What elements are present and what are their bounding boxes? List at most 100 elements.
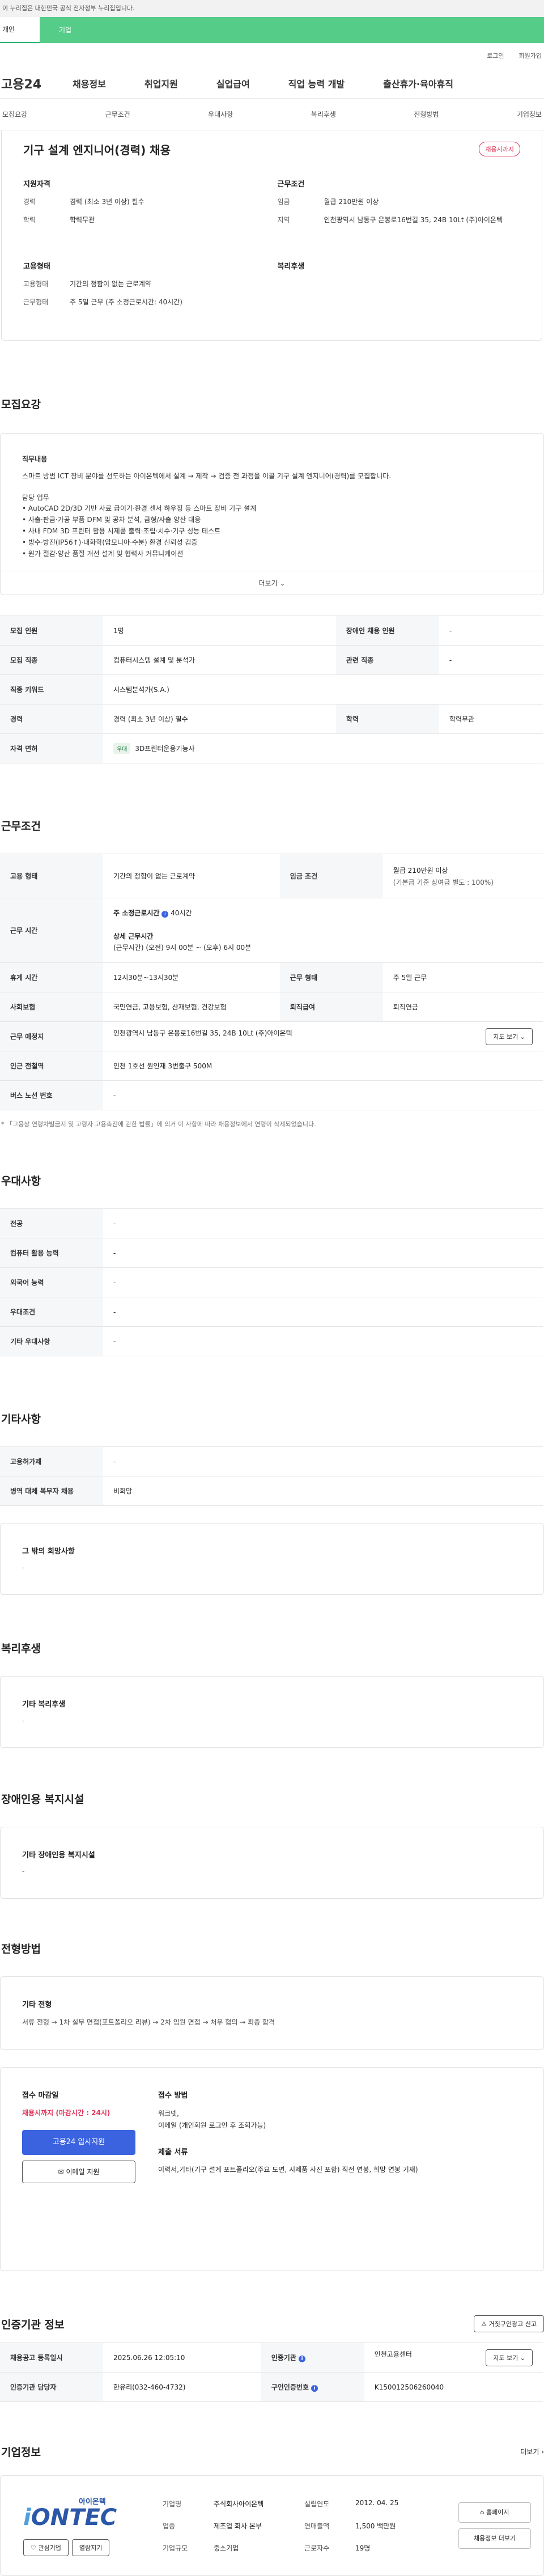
anchor-process[interactable]: 전형방법 — [414, 109, 439, 119]
table-row: 병역 대체 복무자 채용 비희망 — [0, 1476, 543, 1506]
homepage-button[interactable]: ⌂ 홈페이지 — [458, 2502, 531, 2523]
table-row: 모집 인원 1명 장애인 채용 인원 - — [0, 616, 543, 646]
conditions-table: 고용 형태 기간의 정함이 없는 근로계약 임금 조건 월급 210만원 이상 (기… — [0, 854, 543, 1111]
prefer-title: 우대사항 — [1, 1175, 41, 1188]
anchor-prefer[interactable]: 우대사항 — [208, 109, 233, 119]
conditions-title: 근무조건 — [1, 820, 41, 833]
table-row: 자격 면허 우대 3D프린터운용기능사 — [0, 733, 543, 764]
agency-section: 인증기관 정보 ⚠ 거짓구인광고 신고 채용공고 등록일시 2025.06.26 … — [0, 2315, 544, 2403]
tab-personal[interactable]: 개인 — [0, 17, 40, 43]
login-link[interactable]: 로그인 — [487, 51, 504, 60]
duty-item: • 방수·방진(IP56↑)·내화학(암모니아·수분) 환경 신뢰성 검증 — [22, 538, 198, 546]
table-row: 기타 우대사항 - — [0, 1326, 543, 1357]
process-card: 기타 전형 서류 전형 → 1차 실무 면접(포트폴리오 리뷰) → 2차 임원… — [0, 1976, 544, 2051]
home-icon: ⌂ — [480, 2509, 484, 2516]
process-title: 전형방법 — [1, 1943, 41, 1956]
chevron-down-icon: ⌄ — [279, 579, 286, 588]
gnb-item-leave[interactable]: 출산휴가·육아휴직 — [383, 77, 453, 90]
table-row: 우대조건 - — [0, 1297, 543, 1327]
duty-item: • 사출·판금·가공 부품 DFM 및 공차 분석, 금형/사출 양산 대응 — [22, 516, 201, 524]
table-row: 직종 키워드 시스템분석가(S.A.) — [0, 674, 543, 705]
company-info: 기업명 주식회사아이온텍 설립연도 2012. 04. 25 업종 제조업 회사 본부… — [163, 2498, 399, 2552]
prefer-section: 우대사항 전공 - 컴퓨터 활용 능력 - 외국어 능력 - 우대조건 - 기타 우대사… — [0, 1173, 544, 1357]
table-row: 모집 직종 컴퓨터시스템 설계 및 분석가 관련 직종 - — [0, 645, 543, 676]
other-wish-card: 그 밖의 희망사항 - — [0, 1523, 544, 1595]
gov-banner: 이 누리집은 대한민국 공식 전자정부 누리집입니다. — [0, 0, 544, 17]
age-notice: * 「고용상 연령차별금지 및 고령자 고용촉진에 관한 법률」에 의거 이 사… — [1, 1121, 316, 1128]
job-description-card: 직무내용 스마트 방범 ICT 장비 분야를 선도하는 아이온텍에서 설계 → … — [0, 433, 544, 596]
map-button[interactable]: 지도 보기 ⌄ — [486, 1028, 533, 1045]
warning-icon: ⚠ — [481, 2320, 487, 2328]
anchor-conditions[interactable]: 근무조건 — [105, 109, 130, 119]
table-row: 버스 노선 번호 - — [0, 1080, 543, 1111]
qualification-group: 지원자격 경력 경력 (최소 3년 이상) 필수 학력 학력무관 — [23, 180, 144, 224]
company-logo: 아이온텍 iONTEC ♡ 관심기업 열람지기 — [23, 2496, 148, 2556]
welfare-section: 복리후생 기타 복리후생 - — [0, 1640, 544, 1749]
chevron-down-icon: ⌄ — [520, 1033, 525, 1041]
gnb-item-training[interactable]: 직업 능력 개발 — [288, 77, 345, 90]
prefer-table: 전공 - 컴퓨터 활용 능력 - 외국어 능력 - 우대조건 - 기타 우대사항 - — [0, 1208, 543, 1357]
company-jobs-button[interactable]: 채용정보 더보기 — [458, 2528, 531, 2549]
prefer-tag: 우대 — [113, 743, 131, 754]
job-description-intro: 스마트 방범 ICT 장비 분야를 선도하는 아이온텍에서 설계 → 제작 → … — [22, 472, 392, 480]
report-button[interactable]: ⚠ 거짓구인광고 신고 — [474, 2315, 544, 2333]
duty-item: • 원가 절감·양산 품질 개선 설계 및 협력사 커뮤니케이션 — [22, 549, 184, 558]
table-row: 근무 시간 주 소정근로시간 i 40시간 상세 근무시간 (근무시간) (오전… — [0, 898, 543, 964]
duty-item: • AutoCAD 2D/3D 기반 사료 급이기·환경 센서 하우징 등 스마… — [22, 504, 257, 513]
recruit-title: 모집요강 — [1, 398, 41, 411]
apply-button[interactable]: 고용24 입사지원 — [22, 2130, 135, 2155]
table-row: 근무 예정지 인천광역시 남동구 은봉로16번길 35, 24B 10Lt (주… — [0, 1021, 543, 1052]
company-section: 기업정보 더보기 › 아이온텍 iONTEC ♡ 관심기업 열람지기 기업명 주식… — [0, 2444, 544, 2576]
welfare-title: 복리후생 — [1, 1643, 41, 1656]
recruit-table: 모집 인원 1명 장애인 채용 인원 - 모집 직종 컴퓨터시스템 설계 및 분석가 … — [0, 616, 543, 764]
table-row: 컴퓨터 활용 능력 - — [0, 1238, 543, 1268]
info-icon[interactable]: i — [299, 2356, 306, 2363]
deadline-badge: 채용시까지 — [479, 142, 520, 156]
apply-card: 접수 마감일 채용시까지 (마감시간 : 24시) 고용24 입사지원 ✉ 이메… — [0, 2067, 544, 2272]
employment-group: 고용형태 고용형태 기간의 정함이 없는 근로계약 근무형태 주 5일 근무 (주 … — [23, 262, 182, 306]
welfare-card: 기타 복리후생 - — [0, 1676, 544, 1749]
chevron-down-icon: ⌄ — [520, 2354, 525, 2362]
table-row: 사회보험 국민연금, 고용보험, 산재보험, 건강보험 퇴직급여 퇴직연금 — [0, 992, 543, 1022]
recruit-section: 모집요강 직무내용 스마트 방범 ICT 장비 분야를 선도하는 아이온텍에서 … — [0, 396, 544, 764]
table-row: 인증기관 담당자 한유리(032-460-4732) 구인인증번호 i K1500… — [0, 2372, 543, 2403]
anchor-welfare[interactable]: 복리후생 — [311, 109, 336, 119]
welfare-group: 복리후생 — [277, 262, 305, 271]
site-logo[interactable]: 고용24 — [0, 74, 73, 92]
top-tabs: 개인 기업 — [0, 17, 544, 43]
work-condition-group: 근무조건 임금 월급 210만원 이상 지역 인천광역시 남동구 은봉로16번길 3… — [277, 180, 503, 224]
gnb-item-jobs[interactable]: 채용정보 — [73, 77, 106, 90]
main-navigation: 고용24 채용정보 취업지원 실업급여 직업 능력 개발 출산휴가·육아휴직 — [0, 68, 544, 99]
heart-icon: ♡ — [31, 2544, 36, 2552]
table-row: 인근 전철역 인천 1호선 원인재 3번출구 500M — [0, 1051, 543, 1081]
deadline-value: 채용시까지 (마감시간 : 24시) — [22, 2109, 110, 2117]
agency-map-button[interactable]: 지도 보기 ⌄ — [486, 2349, 533, 2366]
disability-title: 장애인용 복지시설 — [1, 1793, 84, 1806]
process-section: 전형방법 기타 전형 서류 전형 → 1차 실무 면접(포트폴리오 리뷰) → … — [0, 1941, 544, 2272]
follow-company-button[interactable]: 열람지기 — [71, 2539, 110, 2556]
info-icon[interactable]: i — [162, 911, 169, 918]
gnb-item-support[interactable]: 취업지원 — [144, 77, 178, 90]
mail-icon: ✉ — [58, 2168, 64, 2176]
utility-links: 로그인 회원가입 — [0, 43, 544, 68]
signup-link[interactable]: 회원가입 — [519, 51, 542, 60]
table-row: 채용공고 등록일시 2025.06.26 12:05:10 인증기관 i 인천고용… — [0, 2342, 543, 2373]
table-row: 고용 형태 기간의 정함이 없는 근로계약 임금 조건 월급 210만원 이상 (기… — [0, 854, 543, 899]
company-more-link[interactable]: 더보기 › — [520, 2447, 544, 2456]
agency-title: 인증기관 정보 — [1, 2318, 65, 2331]
gnb-item-benefit[interactable]: 실업급여 — [216, 77, 250, 90]
tab-company[interactable]: 기업 — [40, 17, 544, 43]
etc-table: 고용허가제 - 병역 대체 복무자 채용 비희망 — [0, 1446, 543, 1506]
anchor-recruit[interactable]: 모집요강 — [2, 109, 27, 119]
table-row: 경력 경력 (최소 3년 이상) 필수 학력 학력무관 — [0, 704, 543, 735]
more-button[interactable]: 더보기 ⌄ — [1, 571, 543, 595]
interest-company-button[interactable]: ♡ 관심기업 — [23, 2539, 69, 2556]
anchor-company[interactable]: 기업정보 — [517, 109, 542, 119]
table-row: 휴게 시간 12시30분~13시30분 근무 형태 주 5일 근무 — [0, 962, 543, 993]
disability-card: 기타 장애인용 복지시설 - — [0, 1827, 544, 1899]
agency-table: 채용공고 등록일시 2025.06.26 12:05:10 인증기관 i 인천고용… — [0, 2342, 543, 2403]
job-title: 기구 설계 엔지니어(경력) 채용 — [23, 143, 171, 157]
table-row: 외국어 능력 - — [0, 1267, 543, 1298]
info-icon[interactable]: i — [311, 2385, 318, 2392]
email-apply-button[interactable]: ✉ 이메일 지원 — [22, 2161, 135, 2184]
